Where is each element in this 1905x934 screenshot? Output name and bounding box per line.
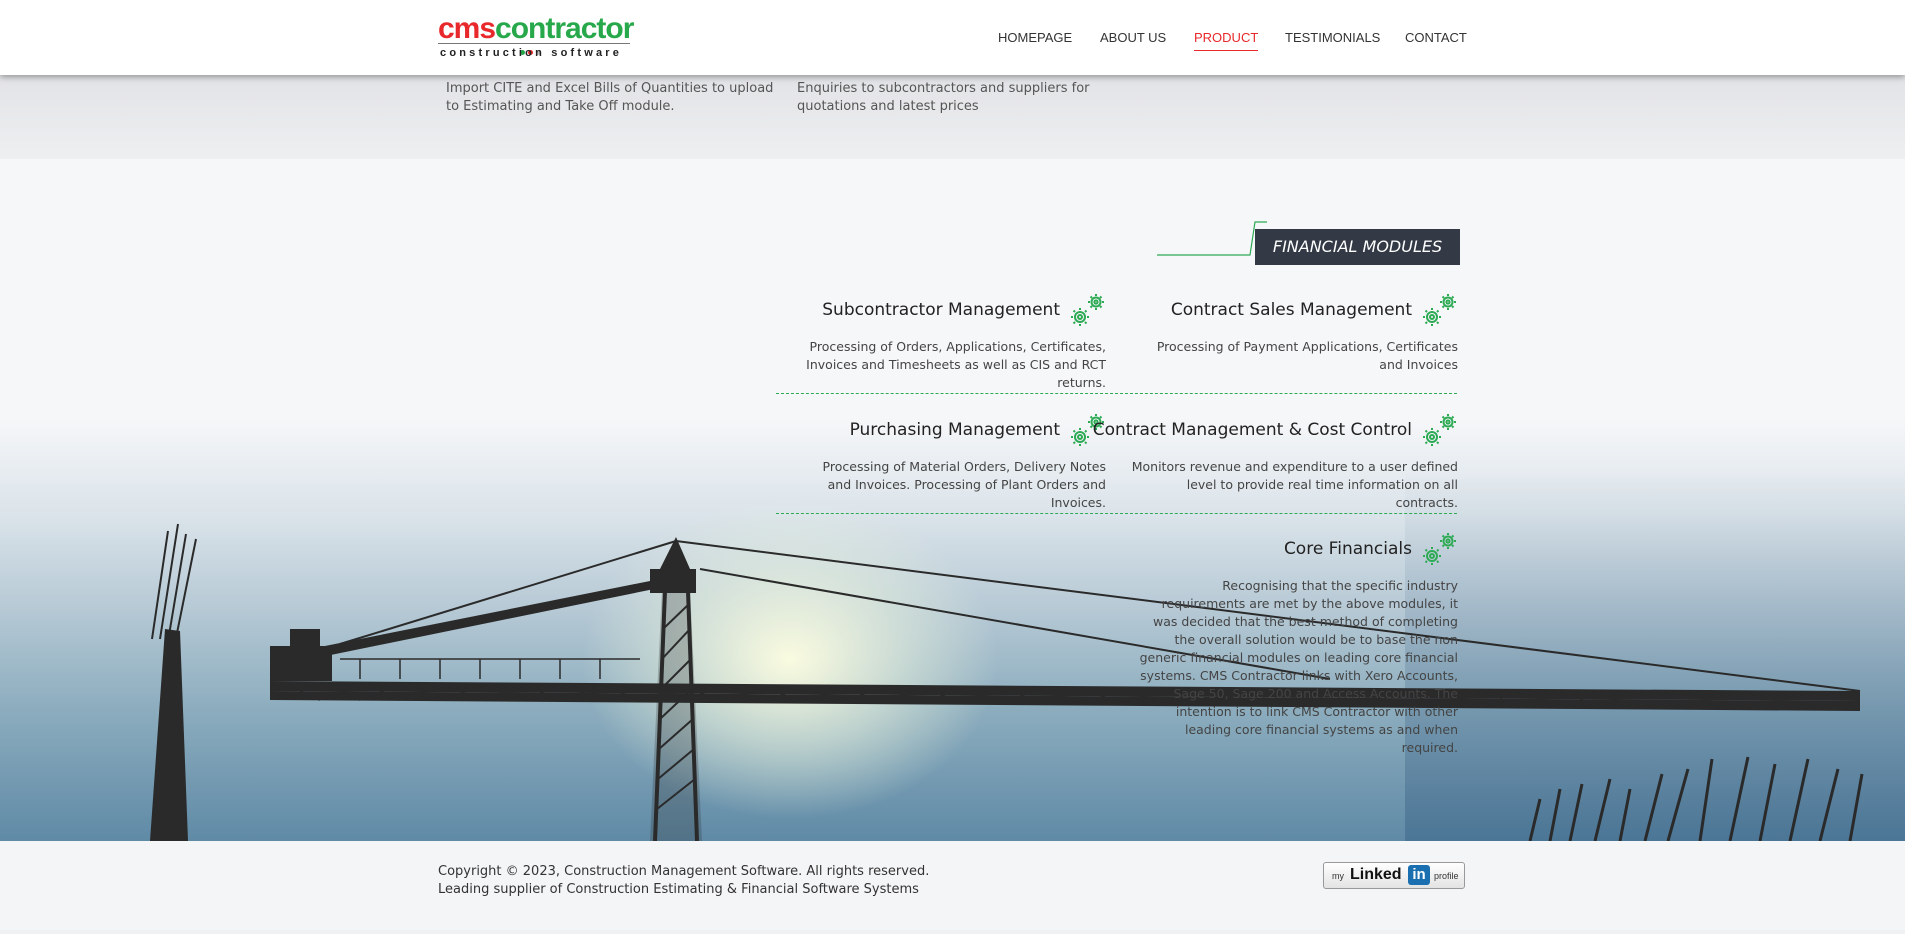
main-nav: HOMEPAGE ABOUT US PRODUCT TESTIMONIALS C…: [0, 30, 1905, 52]
feature-text-enquiries: Enquiries to subcontractors and supplier…: [797, 81, 1090, 114]
module-divider: [776, 393, 1457, 394]
nav-about-us[interactable]: ABOUT US: [1100, 30, 1166, 50]
linkedin-my-text: my: [1332, 871, 1344, 881]
module-description: Processing of Payment Applications, Cert…: [1156, 339, 1458, 372]
linkedin-in-icon: in: [1408, 865, 1430, 885]
module-description: Recognising that the specific industry r…: [1139, 578, 1458, 755]
gears-icon: [1423, 414, 1456, 446]
module-divider: [776, 513, 1457, 514]
module-title: Purchasing Management: [849, 420, 1060, 440]
feature-text-import: Import CITE and Excel Bills of Quantitie…: [446, 81, 774, 114]
gears-icon: [1423, 533, 1456, 565]
footer-tagline: Leading supplier of Construction Estimat…: [438, 882, 919, 897]
heading-connector-line: [1157, 221, 1267, 256]
module-title: Subcontractor Management: [822, 300, 1060, 320]
linkedin-profile-button[interactable]: my Linked in profile: [1323, 862, 1465, 889]
module-title: Contract Management & Cost Control: [1092, 420, 1412, 440]
nav-testimonials[interactable]: TESTIMONIALS: [1285, 30, 1380, 50]
module-title: Core Financials: [1283, 539, 1412, 559]
linkedin-wordmark: Linked: [1350, 866, 1402, 883]
module-purchasing-management: Purchasing Management Processing of Mate…: [776, 414, 1106, 510]
copyright-text: Copyright © 2023, Construction Managemen…: [438, 864, 930, 879]
module-core-financials: Core Financials Recognising that the spe…: [1130, 533, 1458, 755]
linkedin-profile-text: profile: [1434, 871, 1459, 881]
module-subcontractor-management: Subcontractor Management Processing of O…: [776, 294, 1106, 390]
site-footer: Copyright © 2023, Construction Managemen…: [0, 841, 1905, 934]
module-description: Monitors revenue and expenditure to a us…: [1131, 459, 1458, 510]
nav-homepage[interactable]: HOMEPAGE: [998, 30, 1072, 50]
gears-icon: [1071, 294, 1104, 326]
financial-modules-label: FINANCIAL MODULES: [1255, 229, 1460, 265]
module-title: Contract Sales Management: [1170, 300, 1412, 320]
nav-product[interactable]: PRODUCT: [1194, 30, 1259, 51]
module-description: Processing of Orders, Applications, Cert…: [806, 339, 1106, 390]
nav-contact[interactable]: CONTACT: [1405, 30, 1467, 50]
module-description: Processing of Material Orders, Delivery …: [822, 459, 1106, 510]
footer-text: Copyright © 2023, Construction Managemen…: [438, 863, 929, 899]
site-header: cmscontractor construction software HOME…: [0, 0, 1905, 75]
financial-modules-heading: FINANCIAL MODULES: [1157, 220, 1460, 265]
module-contract-sales-management: Contract Sales Management Processing of …: [1130, 294, 1458, 379]
estimating-features-strip: Import CITE and Excel Bills of Quantitie…: [0, 75, 1905, 159]
module-contract-management-cost-control: Contract Management & Cost Control Monit…: [1093, 414, 1458, 510]
gears-icon: [1423, 294, 1456, 326]
